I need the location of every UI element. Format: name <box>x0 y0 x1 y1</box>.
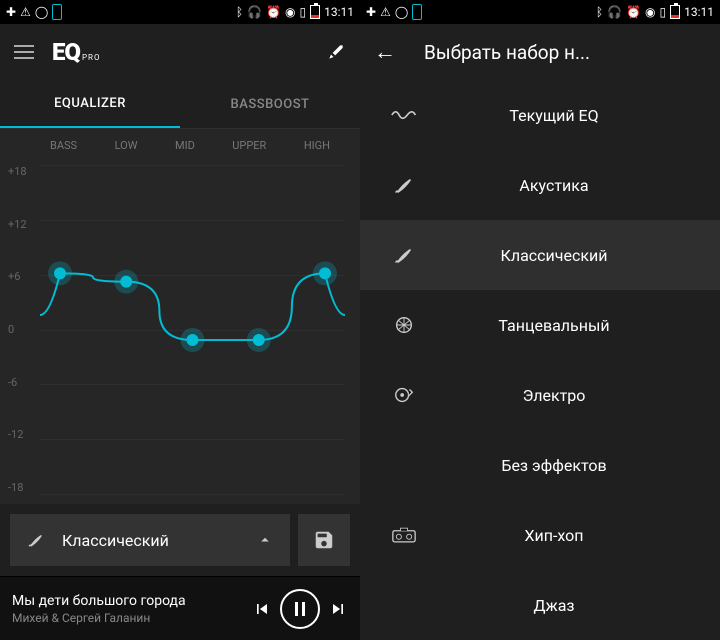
pause-button[interactable] <box>280 589 320 629</box>
preset-item[interactable]: Джаз <box>360 570 720 640</box>
y-axis: +18 +12 +6 0 -6 -12 -18 <box>8 165 38 494</box>
eq-wave-icon <box>360 105 448 125</box>
boombox-icon <box>360 526 448 544</box>
headphones-icon: 🎧 <box>607 6 622 18</box>
wifi-icon: ◉ <box>645 6 655 18</box>
logo-sub: PRO <box>82 53 100 62</box>
logo-text: EQ <box>52 38 80 66</box>
preset-item[interactable]: Танцевальный <box>360 290 720 360</box>
alarm-icon: ⏰ <box>266 6 281 18</box>
save-icon <box>313 529 335 551</box>
prev-button[interactable] <box>252 599 272 619</box>
disco-icon <box>360 314 448 336</box>
track-artist: Михей & Сергей Галанин <box>12 611 252 625</box>
eq-curve[interactable] <box>40 165 345 465</box>
warning-icon: ⚠ <box>380 6 391 18</box>
sync-icon: ◯ <box>395 6 408 18</box>
band-label: BASS <box>50 139 77 152</box>
tab-bar: EQUALIZER BASSBOOST <box>0 80 360 128</box>
phone-icon <box>412 4 422 20</box>
preset-item[interactable]: Акустика <box>360 150 720 220</box>
tab-equalizer[interactable]: EQUALIZER <box>0 80 180 128</box>
save-button[interactable] <box>298 514 350 566</box>
chevron-up-icon <box>256 531 274 549</box>
eq-screen: ✚ ⚠ ◯ ᛒ 🎧 ⏰ ◉ ▯ 13:11 EQ PRO EQUALIZER B… <box>0 0 360 640</box>
preset-label: Танцевальный <box>448 316 720 335</box>
guitar-icon <box>360 173 448 197</box>
preset-item[interactable]: Без эффектов <box>360 430 720 500</box>
band-label: UPPER <box>232 139 266 152</box>
preset-list-screen: ✚ ⚠ ◯ ᛒ 🎧 ⏰ ◉ ▯ 13:11 ← Выбрать набор н.… <box>360 0 720 640</box>
status-bar: ✚ ⚠ ◯ ᛒ 🎧 ⏰ ◉ ▯ 13:11 <box>360 0 720 24</box>
preset-label: Акустика <box>448 176 720 195</box>
signal-icon: ▯ <box>660 6 667 18</box>
turntable-icon <box>360 384 448 406</box>
brush-icon[interactable] <box>326 42 346 62</box>
band-label: LOW <box>115 139 138 152</box>
preset-label: Классический <box>448 246 720 265</box>
band-label: HIGH <box>304 139 330 152</box>
screen-title: Выбрать набор н... <box>424 41 590 64</box>
band-label: MID <box>175 139 195 152</box>
plus-icon: ✚ <box>366 6 376 18</box>
preset-label: Джаз <box>448 596 720 615</box>
tab-bassboost[interactable]: BASSBOOST <box>180 80 360 128</box>
alarm-icon: ⏰ <box>626 6 641 18</box>
app-logo: EQ PRO <box>52 38 100 66</box>
signal-icon: ▯ <box>300 6 307 18</box>
battery-icon <box>670 5 680 19</box>
battery-icon <box>310 5 320 19</box>
band-labels: BASS LOW MID UPPER HIGH <box>0 129 360 152</box>
clock: 13:11 <box>684 6 714 18</box>
app-bar: EQ PRO <box>0 24 360 80</box>
eq-chart[interactable]: BASS LOW MID UPPER HIGH +18 +12 +6 0 -6 … <box>0 128 360 504</box>
hamburger-icon[interactable] <box>14 45 34 59</box>
app-bar: ← Выбрать набор н... <box>360 24 720 80</box>
track-title: Мы дети большого города <box>12 593 252 609</box>
preset-item[interactable]: Текущий EQ <box>360 80 720 150</box>
sync-icon: ◯ <box>35 6 48 18</box>
preset-label: Текущий EQ <box>448 106 720 125</box>
preset-row: Классический <box>0 504 360 576</box>
phone-icon <box>52 4 62 20</box>
preset-item[interactable]: Хип-хоп <box>360 500 720 570</box>
preset-label: Хип-хоп <box>448 526 720 545</box>
preset-label: Электро <box>448 386 720 405</box>
preset-item[interactable]: Электро <box>360 360 720 430</box>
bluetooth-icon: ᛒ <box>236 6 243 18</box>
preset-label: Без эффектов <box>448 456 720 475</box>
violin-icon <box>360 243 448 267</box>
warning-icon: ⚠ <box>20 6 31 18</box>
preset-item[interactable]: Классический <box>360 220 720 290</box>
headphones-icon: 🎧 <box>247 6 262 18</box>
next-button[interactable] <box>328 599 348 619</box>
plus-icon: ✚ <box>6 6 16 18</box>
now-playing-bar[interactable]: Мы дети большого города Михей & Сергей Г… <box>0 576 360 640</box>
preset-selector[interactable]: Классический <box>10 514 290 566</box>
track-info: Мы дети большого города Михей & Сергей Г… <box>12 593 252 625</box>
status-bar: ✚ ⚠ ◯ ᛒ 🎧 ⏰ ◉ ▯ 13:11 <box>0 0 360 24</box>
wifi-icon: ◉ <box>285 6 295 18</box>
bluetooth-icon: ᛒ <box>596 6 603 18</box>
back-button[interactable]: ← <box>374 39 396 65</box>
violin-icon <box>26 530 46 550</box>
clock: 13:11 <box>324 6 354 18</box>
preset-name: Классический <box>62 531 169 550</box>
preset-list[interactable]: Текущий EQ Акустика Классический Танцевальн… <box>360 80 720 640</box>
